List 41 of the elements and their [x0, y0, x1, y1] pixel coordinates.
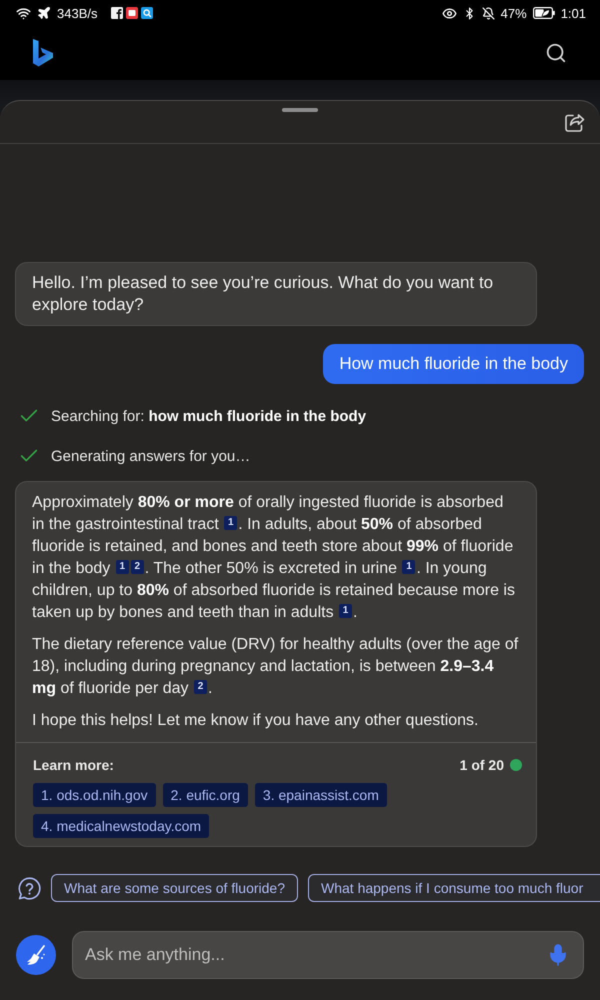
- app-tile-icon: [111, 7, 124, 19]
- suggestion-chip[interactable]: What happens if I consume too much fluor: [308, 874, 600, 902]
- drag-handle[interactable]: [282, 108, 318, 112]
- source-link[interactable]: 1. ods.od.nih.gov: [33, 783, 156, 807]
- user-message: How much fluoride in the body: [323, 344, 584, 384]
- battery-icon: [532, 7, 555, 19]
- broom-icon: [25, 944, 47, 966]
- citation-link[interactable]: 1: [402, 560, 416, 574]
- message-tile-icon: [126, 7, 138, 19]
- status-dot-icon: [510, 759, 522, 771]
- muted-bell-icon: [482, 6, 495, 20]
- clock-time: 1:01: [560, 6, 586, 20]
- progress-text: Generating answers for you…: [51, 448, 250, 464]
- source-link[interactable]: 2. eufic.org: [162, 783, 248, 807]
- citation-link[interactable]: 2: [194, 680, 207, 694]
- citation-link[interactable]: 2: [130, 560, 144, 574]
- answer-paragraph: I hope this helps! Let me know if you have any other questions.: [32, 711, 480, 731]
- logo-icon[interactable]: [32, 39, 54, 67]
- bot-message: Hello. I’m pleased to see you’re curious. What do you want to explore today?: [15, 262, 537, 326]
- citation-link[interactable]: 1: [116, 560, 129, 574]
- learn-more-label: Learn more:: [33, 757, 114, 773]
- search-tile-icon: [141, 7, 154, 19]
- suggestion-chip[interactable]: What are some sources of fluoride?: [51, 874, 298, 902]
- network-speed: 343B/s: [57, 6, 98, 20]
- question-bubble-icon: [18, 876, 41, 900]
- response-count: 1 of 20: [460, 757, 504, 773]
- answer-paragraph: The dietary reference value (DRV) for healthy adults (over the age of 18), including during pregnancy and lactation, is between 2.9–3.4 mg of fluoride per day 2 .: [32, 635, 520, 699]
- eye-icon: [442, 6, 457, 20]
- progress-text: Searching for: how much fluoride in the body: [51, 408, 366, 424]
- answer-paragraph: Approximately 80% or more of orally ingested fluoride is absorbed in the gastrointestinal tract 1 . In adults, about 50% of absorbed fluoride is retained, and bones and teeth store about 99% of fluoride in the body 1 2 . The other 50% is excreted in urine 1 . In young children, up to 80% of absorbed fluoride is retained because more is taken up by bones and teeth than in adults 1 .: [32, 493, 516, 623]
- source-link[interactable]: 4. medicalnewstoday.com: [33, 814, 210, 838]
- source-link[interactable]: 3. epainassist.com: [254, 783, 387, 807]
- message-input[interactable]: Ask me anything...: [72, 931, 584, 979]
- wifi-icon: [16, 6, 31, 20]
- citation-link[interactable]: 1: [224, 516, 238, 530]
- share-icon[interactable]: [563, 112, 585, 134]
- broom-button[interactable]: [16, 935, 56, 975]
- battery-percent: 47%: [500, 6, 527, 20]
- airplane-icon: [37, 6, 51, 20]
- citation-link[interactable]: 1: [339, 604, 352, 618]
- search-icon[interactable]: [545, 42, 567, 64]
